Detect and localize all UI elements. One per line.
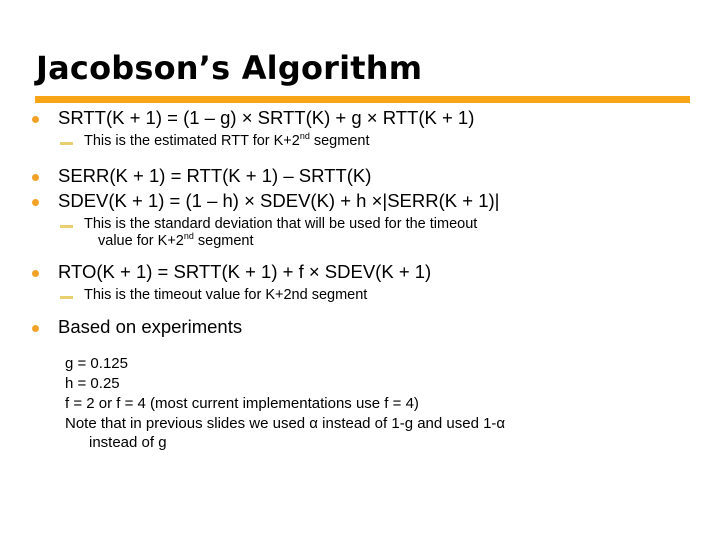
subbullet-sdev-note: This is the standard deviation that will…: [0, 216, 720, 251]
bullet-serr-text: SERR(K + 1) = RTT(K + 1) – SRTT(K): [58, 165, 372, 187]
bullet-dot-icon: [32, 325, 39, 333]
subbullet-srtt-note-text-post: segment: [309, 132, 370, 149]
dash-marker-icon: [60, 224, 73, 228]
subbullet-srtt-note: This is the estimated RTT for K+2nd segm…: [0, 130, 720, 150]
bullet-dot-icon: [32, 116, 39, 123]
subbullet-srtt-note-text-pre: This is the estimated RTT for K+2: [84, 132, 300, 149]
parameter-note-line2: instead of g: [89, 434, 167, 452]
bullet-srtt-text: SRTT(K + 1) = (1 – g) × SRTT(K) + g × RT…: [58, 107, 475, 128]
parameter-h: h = 0.25: [65, 374, 120, 392]
dash-marker-icon: [60, 296, 73, 300]
bullet-srtt: SRTT(K + 1) = (1 – g) × SRTT(K) + g × RT…: [0, 107, 720, 129]
bullet-experiments: Based on experiments: [0, 317, 720, 338]
subbullet-sdev-note-line2-pre: value for K+2: [98, 232, 184, 249]
superscript-nd: nd: [183, 231, 194, 242]
parameter-g: g = 0.125: [65, 355, 128, 373]
bullet-rto: RTO(K + 1) = SRTT(K + 1) + f × SDEV(K + …: [0, 261, 720, 283]
subbullet-sdev-note-line2: value for K+2nd segment: [84, 231, 720, 250]
page-title: Jacobson’s Algorithm: [36, 49, 423, 87]
bullet-serr: SERR(K + 1) = RTT(K + 1) – SRTT(K): [0, 165, 720, 187]
bullet-sdev: SDEV(K + 1) = (1 – h) × SDEV(K) + h ×|SE…: [0, 189, 720, 212]
bullet-dot-icon: [32, 270, 39, 278]
bullet-sdev-text: SDEV(K + 1) = (1 – h) × SDEV(K) + h ×|SE…: [58, 189, 500, 211]
title-divider-rule: [35, 96, 690, 103]
dash-marker-icon: [60, 141, 73, 145]
subbullet-rto-note: This is the timeout value for K+2nd segm…: [0, 287, 720, 304]
bullet-rto-text: RTO(K + 1) = SRTT(K + 1) + f × SDEV(K + …: [58, 261, 432, 283]
bullet-dot-icon: [32, 198, 39, 206]
slide-body: SRTT(K + 1) = (1 – g) × SRTT(K) + g × RT…: [0, 107, 720, 454]
parameter-note-line1: Note that in previous slides we used α i…: [65, 414, 506, 432]
bullet-experiments-text: Based on experiments: [58, 316, 243, 338]
bullet-dot-icon: [32, 174, 39, 182]
slide-canvas: Jacobson’s Algorithm SRTT(K + 1) = (1 – …: [0, 0, 720, 540]
subbullet-sdev-note-line1: This is the standard deviation that will…: [84, 215, 478, 232]
parameter-note: Note that in previous slides we used α i…: [0, 414, 720, 454]
parameter-f: f = 2 or f = 4 (most current implementat…: [65, 394, 419, 412]
superscript-nd: nd: [299, 130, 310, 141]
subbullet-sdev-note-line2-post: segment: [193, 232, 254, 249]
subbullet-rto-note-text: This is the timeout value for K+2nd segm…: [84, 287, 368, 304]
